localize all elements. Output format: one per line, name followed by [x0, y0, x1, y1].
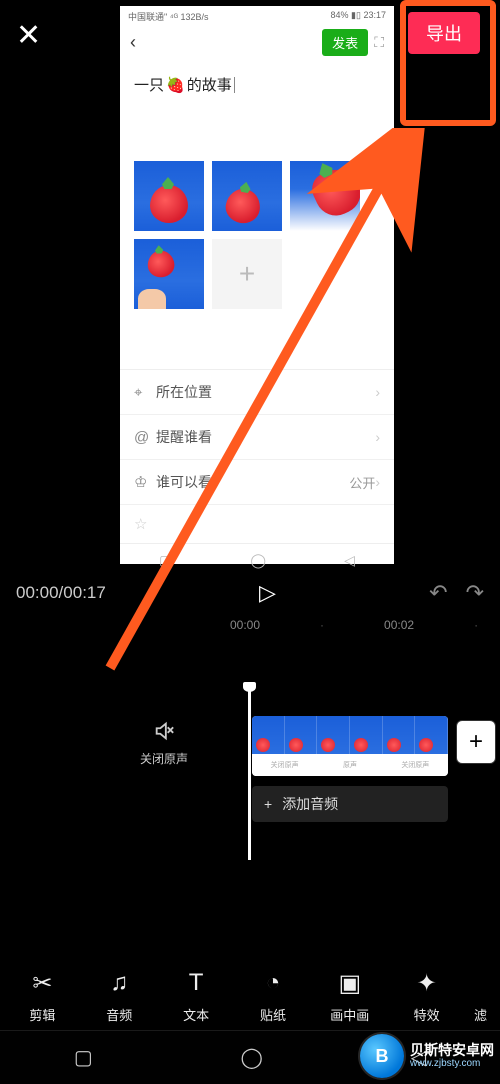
phone-preview: 中国联通" ⁴ᴳ 132B/s 84% ▮▯ 23:17 ‹ 发表 ⛶ 一只 🍓…: [120, 6, 394, 564]
nav-home-icon[interactable]: ◯: [250, 552, 266, 569]
tool-filter[interactable]: 滤: [470, 969, 490, 1024]
add-audio-label: 添加音频: [282, 794, 338, 814]
tool-label: 文本: [183, 1005, 209, 1024]
tool-label: 滤: [474, 1005, 487, 1024]
phone-status-right: 84% ▮▯ 23:17: [331, 10, 386, 23]
phone-nav-bar: ▢ ◯ ◁: [120, 543, 394, 575]
phone-back-button[interactable]: ‹: [130, 32, 136, 53]
pip-icon: ▣: [338, 969, 361, 997]
nav-recent-icon[interactable]: ▢: [74, 1045, 93, 1070]
tool-label: 特效: [414, 1005, 440, 1024]
tool-label: 剪辑: [29, 1005, 55, 1024]
media-thumb[interactable]: [134, 239, 204, 309]
tool-cut[interactable]: ✂ 剪辑: [9, 969, 75, 1024]
add-audio-button[interactable]: + 添加音频: [252, 786, 448, 822]
title-text-pre: 一只: [134, 74, 164, 95]
tool-pip[interactable]: ▣ 画中画: [317, 969, 383, 1024]
tool-label: 音频: [106, 1005, 132, 1024]
watermark-url: www.zjbsty.com: [410, 1058, 494, 1069]
tool-label: 画中画: [330, 1005, 369, 1024]
location-icon: ⌖: [134, 384, 156, 401]
option-label: 提醒谁看: [156, 427, 375, 447]
mute-icon: [153, 720, 175, 742]
option-label: 谁可以看: [156, 472, 349, 492]
person-icon: ♔: [134, 473, 156, 491]
time-display: 00:00/00:17: [16, 583, 106, 603]
tool-sticker[interactable]: ◔ 贴纸: [240, 969, 306, 1024]
music-note-icon: ♫: [110, 969, 128, 997]
redo-button[interactable]: ↷: [466, 580, 484, 606]
nav-recent-icon[interactable]: ▢: [159, 552, 172, 569]
timeline-ruler: 00:00 · 00:02 ·: [0, 618, 500, 632]
tool-label: 贴纸: [260, 1005, 286, 1024]
option-mention[interactable]: @ 提醒谁看 ›: [120, 415, 394, 460]
media-thumb[interactable]: [212, 161, 282, 231]
undo-button[interactable]: ↶: [429, 580, 447, 606]
option-visibility[interactable]: ♔ 谁可以看 公开 ›: [120, 460, 394, 505]
phone-post-title[interactable]: 一只 🍓 的故事: [120, 60, 394, 101]
tool-text[interactable]: T 文本: [163, 969, 229, 1024]
nav-back-icon[interactable]: ◁: [344, 552, 355, 569]
chevron-right-icon: ›: [375, 384, 380, 400]
close-button[interactable]: ✕: [16, 18, 41, 53]
option-label: 所在位置: [156, 382, 375, 402]
text-cursor: [234, 77, 235, 93]
playhead[interactable]: [248, 688, 251, 860]
media-thumb[interactable]: [290, 161, 360, 231]
phone-status-left: 中国联通" ⁴ᴳ 132B/s: [128, 10, 209, 23]
star-icon: ✦: [417, 969, 437, 997]
chevron-right-icon: ›: [375, 474, 380, 490]
play-button[interactable]: ▷: [259, 580, 276, 606]
watermark-title: 贝斯特安卓网: [410, 1043, 494, 1058]
phone-publish-button[interactable]: 发表: [322, 29, 368, 56]
mute-original-button[interactable]: 关闭原声: [140, 720, 188, 767]
expand-icon[interactable]: ⛶: [374, 34, 384, 51]
nav-home-icon[interactable]: ◯: [241, 1045, 263, 1070]
strawberry-emoji-icon: 🍓: [166, 76, 185, 94]
text-icon: T: [189, 969, 204, 997]
option-value: 公开: [349, 473, 375, 492]
mention-icon: @: [134, 429, 156, 446]
plus-icon: +: [264, 796, 272, 812]
title-text-post: 的故事: [187, 74, 232, 95]
add-media-button[interactable]: +: [212, 239, 282, 309]
chevron-right-icon: ›: [375, 429, 380, 445]
mute-label: 关闭原声: [140, 750, 188, 767]
media-thumb[interactable]: [134, 161, 204, 231]
option-location[interactable]: ⌖ 所在位置 ›: [120, 370, 394, 415]
sticker-icon: ◔: [266, 969, 281, 997]
scissors-icon: ✂: [32, 969, 52, 997]
tool-audio[interactable]: ♫ 音频: [86, 969, 152, 1024]
favorite-icon[interactable]: ☆: [120, 505, 394, 543]
export-button[interactable]: 导出: [408, 12, 480, 54]
tool-effects[interactable]: ✦ 特效: [394, 969, 460, 1024]
watermark-logo-icon: B: [360, 1034, 404, 1078]
watermark: B 贝斯特安卓网 www.zjbsty.com: [360, 1034, 494, 1078]
add-clip-button[interactable]: +: [456, 720, 496, 764]
video-clip[interactable]: 关闭原声 原声 关闭原声: [252, 716, 448, 776]
